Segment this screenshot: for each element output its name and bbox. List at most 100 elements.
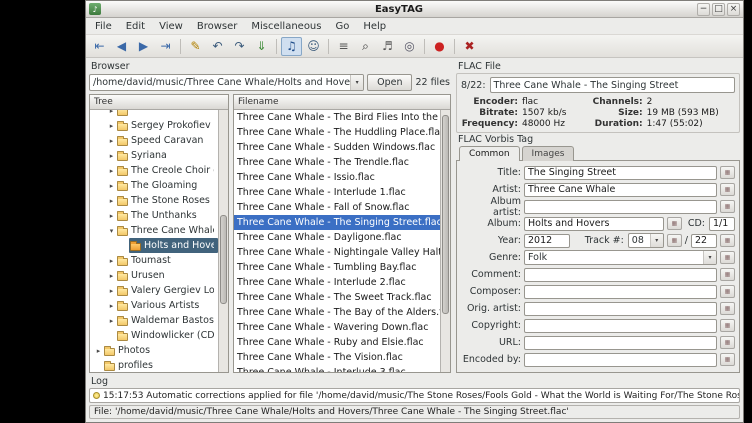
tree-item[interactable]: ▸Valery Gergiev London Symp [90,283,218,298]
undo-button[interactable]: ↶ [207,37,228,56]
expand-icon[interactable]: ▸ [107,182,116,190]
maximize-button[interactable]: □ [712,3,725,16]
expand-icon[interactable]: ▸ [107,317,116,325]
year-input[interactable] [524,234,570,248]
tree-item[interactable]: ▸The Stone Roses [90,193,218,208]
file-list-item[interactable]: Three Cane Whale - The Huddling Place.fl… [234,125,440,140]
expand-icon[interactable]: ▸ [107,152,116,160]
apply-to-files-icon[interactable]: ▦ [720,234,735,247]
tree-scrollbar[interactable] [218,110,228,372]
encoded-by-input[interactable] [524,353,717,367]
tree-item[interactable]: ▸Syriana [90,148,218,163]
apply-to-files-icon[interactable]: ▦ [720,183,735,196]
apply-to-files-icon[interactable]: ▦ [720,251,735,264]
file-list-item[interactable]: Three Cane Whale - Interlude 1.flac [234,185,440,200]
apply-to-files-icon[interactable]: ▦ [720,268,735,281]
menu-go[interactable]: Go [328,20,356,33]
file-list-item[interactable]: Three Cane Whale - The Vision.flac [234,350,440,365]
apply-to-files-icon[interactable]: ▦ [720,166,735,179]
tree-item[interactable]: ▸The Unthanks [90,208,218,223]
file-list-item[interactable]: Three Cane Whale - Fall of Snow.flac [234,200,440,215]
menu-miscellaneous[interactable]: Miscellaneous [244,20,328,33]
path-combobox[interactable]: /home/david/music/Three Cane Whale/Holts… [89,74,364,91]
cd-input[interactable] [709,217,735,231]
file-list-item[interactable]: Three Cane Whale - Tumbling Bay.flac [234,260,440,275]
expand-icon[interactable]: ▸ [107,212,116,220]
tab-common[interactable]: Common [459,146,520,161]
filename-column-header[interactable]: Filename [234,95,450,110]
file-list-item[interactable]: Three Cane Whale - The Singing Street.fl… [234,215,440,230]
search-button[interactable]: ⌕ [355,37,376,56]
tree-item[interactable]: ▸Sergey Prokofiev [90,118,218,133]
tree-item[interactable]: Windowlicker (CD Single) [90,328,218,343]
tree-column-header[interactable]: Tree [90,95,228,110]
artist-album-view-toggle[interactable]: ☺ [303,37,324,56]
expand-icon[interactable]: ▸ [107,302,116,310]
log-entry[interactable]: 15:17:53 Automatic corrections applied f… [89,388,740,403]
scrollbar-thumb[interactable] [220,215,227,304]
menu-edit[interactable]: Edit [119,20,152,33]
apply-to-files-icon[interactable]: ▦ [720,319,735,332]
menu-view[interactable]: View [152,20,190,33]
save-files-button[interactable]: ⇓ [251,37,272,56]
file-list-item[interactable]: Three Cane Whale - Wavering Down.flac [234,320,440,335]
expand-icon[interactable]: ▸ [107,272,116,280]
file-list-item[interactable]: Three Cane Whale - Issio.flac [234,170,440,185]
filename-entry[interactable]: Three Cane Whale - The Singing Street [490,77,735,93]
file-view-toggle[interactable]: ♫ [281,37,302,56]
tree-item[interactable]: ▸Speed Caravan [90,133,218,148]
tree-item[interactable]: profiles [90,358,218,372]
open-button[interactable]: Open [367,74,412,91]
tab-images[interactable]: Images [522,146,575,161]
file-list-item[interactable]: Three Cane Whale - Interlude 2.flac [234,275,440,290]
orig-artist-input[interactable] [524,302,717,316]
track-total-input[interactable] [691,234,717,248]
tree-item[interactable]: Holts and Hovers [90,238,218,253]
file-list-item[interactable]: Three Cane Whale - Dayligone.flac [234,230,440,245]
title-input[interactable] [524,166,717,180]
tree-item[interactable]: ▸Toumast [90,253,218,268]
menu-help[interactable]: Help [356,20,393,33]
file-list-item[interactable]: Three Cane Whale - Interlude 3.flac [234,365,440,372]
expand-icon[interactable]: ▸ [94,347,103,355]
titlebar[interactable]: ♪ EasyTAG − □ × [86,1,743,18]
url-input[interactable] [524,336,717,350]
file-list-item[interactable]: Three Cane Whale - The Bay of the Alders… [234,305,440,320]
stop-button[interactable]: ● [429,37,450,56]
tree-item[interactable]: ▸Photos [90,343,218,358]
file-list-item[interactable]: Three Cane Whale - The Bird Flies Into t… [234,110,440,125]
expand-icon[interactable]: ▸ [107,197,116,205]
expand-icon[interactable]: ▸ [107,167,116,175]
menu-file[interactable]: File [88,20,119,33]
file-scrollbar[interactable] [440,110,450,372]
close-button[interactable]: × [727,3,740,16]
go-next-button[interactable]: ▶ [133,37,154,56]
apply-to-files-icon[interactable]: ▦ [667,234,682,247]
artist-input[interactable] [524,183,717,197]
minimize-button[interactable]: − [697,3,710,16]
chevron-down-icon[interactable]: ▾ [350,75,363,90]
tree-item[interactable]: ▸The Creole Choir of Cuba [90,163,218,178]
comment-input[interactable] [524,268,717,282]
composer-input[interactable] [524,285,717,299]
scan-files-button[interactable]: ✎ [185,37,206,56]
tree-item[interactable]: ▸Urusen [90,268,218,283]
go-first-button[interactable]: ⇤ [89,37,110,56]
redo-button[interactable]: ↷ [229,37,250,56]
file-list-item[interactable]: Three Cane Whale - Sudden Windows.flac [234,140,440,155]
file-list-item[interactable]: Three Cane Whale - The Sweet Track.flac [234,290,440,305]
scrollbar-thumb[interactable] [442,115,449,314]
menu-browser[interactable]: Browser [190,20,245,33]
playlist-button[interactable]: ♬ [377,37,398,56]
file-list-item[interactable]: Three Cane Whale - Nightingale Valley Ha… [234,245,440,260]
chevron-down-icon[interactable]: ▾ [650,234,663,247]
tree-item[interactable]: ▸The Gloaming [90,178,218,193]
log-toggle-button[interactable]: ≡ [333,37,354,56]
apply-to-files-icon[interactable]: ▦ [720,336,735,349]
expand-icon[interactable]: ▸ [107,257,116,265]
track-combobox[interactable]: 08 ▾ [628,233,664,248]
tree-item[interactable]: ▸Various Artists [90,298,218,313]
apply-to-files-icon[interactable]: ▦ [720,353,735,366]
expand-icon[interactable]: ▸ [107,122,116,130]
file-list-item[interactable]: Three Cane Whale - The Trendle.flac [234,155,440,170]
